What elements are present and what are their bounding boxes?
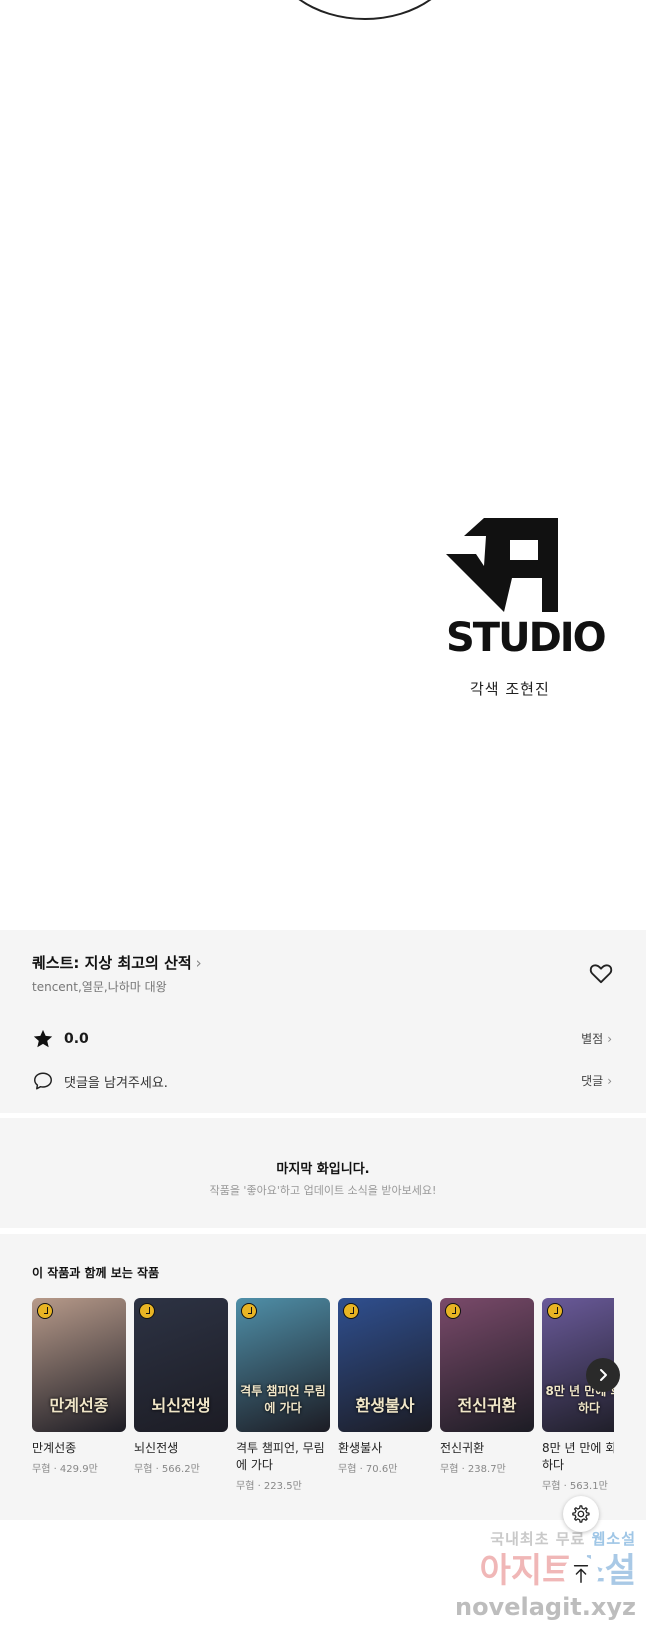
- card-title: 만계선종: [32, 1441, 77, 1455]
- rating-link[interactable]: 별점 ›: [581, 1030, 612, 1047]
- cover-image: 뇌신전생: [134, 1298, 228, 1432]
- wait-free-badge-icon: [241, 1303, 257, 1319]
- card-title: 전신귀환: [440, 1441, 485, 1455]
- card-meta: 무협 · 429.9만: [32, 1464, 98, 1475]
- wait-free-badge-icon: [139, 1303, 155, 1319]
- card-title: 8만 년 만에 회귀하다: [542, 1441, 614, 1472]
- gear-icon: [572, 1505, 590, 1523]
- last-episode-title: 마지막 화입니다.: [276, 1162, 370, 1177]
- site-watermark: 국내최초 무료 웹소설 아지트소설 novelagit.xyz: [446, 1528, 636, 1640]
- cover-image: 만계선종: [32, 1298, 126, 1432]
- studio-logo-mark: [446, 518, 558, 612]
- cover-image: 전신귀환: [440, 1298, 534, 1432]
- cover-image: 환생불사: [338, 1298, 432, 1432]
- wait-free-badge-icon: [343, 1303, 359, 1319]
- rating-link-label: 별점: [581, 1032, 604, 1046]
- card-meta: 무협 · 563.1만: [542, 1481, 608, 1492]
- arrow-up-icon: [573, 1565, 589, 1583]
- recommendation-card[interactable]: 뇌신전생 뇌신전생 무협 · 566.2만: [134, 1298, 228, 1475]
- last-episode-subtitle: 작품을 '좋아요'하고 업데이트 소식을 받아보세요!: [209, 1184, 437, 1197]
- cover-image: 격투 챔피언 무림에 가다: [236, 1298, 330, 1432]
- comment-link-label: 댓글: [581, 1074, 604, 1088]
- rating-row: 0.0: [32, 1028, 89, 1050]
- cover-title-text: 격투 챔피언 무림에 가다: [240, 1384, 326, 1415]
- work-title: 퀘스트: 지상 최고의 산적: [32, 954, 192, 972]
- cover-title-text: 뇌신전생: [151, 1396, 211, 1415]
- card-meta: 무협 · 223.5만: [236, 1481, 302, 1492]
- wait-free-badge-icon: [37, 1303, 53, 1319]
- chevron-right-icon: ›: [607, 1074, 612, 1088]
- watermark-url: novelagit.xyz: [454, 1593, 636, 1621]
- comment-row[interactable]: 댓글을 남겨주세요.: [32, 1070, 168, 1092]
- comment-link[interactable]: 댓글 ›: [581, 1072, 612, 1089]
- work-info-panel: 퀘스트: 지상 최고의 산적 › tencent,열문,나하마 대왕 0.0 별점…: [0, 930, 646, 1113]
- recommendations-heading: 이 작품과 함께 보는 작품: [32, 1266, 160, 1280]
- cover-title-text: 만계선종: [49, 1396, 109, 1415]
- recommendation-card[interactable]: 격투 챔피언 무림에 가다 격투 챔피언, 무림에 가다 무협 · 223.5만: [236, 1298, 330, 1492]
- last-episode-notice: 마지막 화입니다. 작품을 '좋아요'하고 업데이트 소식을 받아보세요!: [0, 1118, 646, 1228]
- work-authors: tencent,열문,나하마 대왕: [32, 980, 167, 994]
- card-title: 뇌신전생: [134, 1441, 179, 1455]
- recommendation-card[interactable]: 전신귀환 전신귀환 무협 · 238.7만: [440, 1298, 534, 1475]
- watermark-line2-a: 아지트: [479, 1551, 574, 1591]
- card-meta: 무협 · 566.2만: [134, 1464, 200, 1475]
- settings-button[interactable]: [563, 1496, 599, 1532]
- wait-free-badge-icon: [547, 1303, 563, 1319]
- star-icon: [33, 1029, 53, 1048]
- card-meta: 무협 · 238.7만: [440, 1464, 506, 1475]
- card-title: 환생불사: [338, 1441, 383, 1455]
- scroll-top-button[interactable]: [563, 1556, 599, 1592]
- speech-bubble-icon: [34, 1072, 52, 1090]
- recommendation-card[interactable]: 만계선종 만계선종 무협 · 429.9만: [32, 1298, 126, 1475]
- recommendation-card[interactable]: 환생불사 환생불사 무협 · 70.6만: [338, 1298, 432, 1475]
- recommendations-panel: 이 작품과 함께 보는 작품 만계선종 만계선종 무협 · 429.9만 뇌신전…: [0, 1234, 646, 1520]
- watermark-line1-b: 웹소설: [591, 1530, 636, 1548]
- chevron-right-icon: [600, 1369, 607, 1381]
- chevron-right-icon: ›: [607, 1032, 612, 1046]
- cover-title-text: 환생불사: [355, 1396, 415, 1415]
- comment-prompt: 댓글을 남겨주세요.: [64, 1075, 168, 1091]
- chevron-right-icon: ›: [195, 954, 202, 972]
- studio-logo: STUDIO: [446, 518, 607, 661]
- work-title-link[interactable]: 퀘스트: 지상 최고의 산적 ›: [32, 952, 202, 973]
- carousel-next-button[interactable]: [586, 1358, 620, 1392]
- rating-value: 0.0: [64, 1031, 89, 1047]
- like-heart-icon[interactable]: [588, 960, 614, 986]
- card-meta: 무협 · 70.6만: [338, 1464, 398, 1475]
- watermark-line1-a: 국내최초 무료: [490, 1530, 586, 1548]
- wait-free-badge-icon: [445, 1303, 461, 1319]
- adaptation-credit: 각색 조현진: [470, 680, 550, 698]
- recommendation-card[interactable]: 8만 년 만에 회귀하다 8만 년 만에 회귀하다 무협 · 563.1만: [542, 1298, 614, 1492]
- cover-title-text: 전신귀환: [457, 1396, 517, 1415]
- studio-logo-text: STUDIO: [446, 615, 607, 661]
- comic-panel-arc: [270, 0, 460, 20]
- recommendations-carousel: 만계선종 만계선종 무협 · 429.9만 뇌신전생 뇌신전생 무협 · 566…: [32, 1298, 614, 1508]
- card-title: 격투 챔피언, 무림에 가다: [236, 1441, 325, 1472]
